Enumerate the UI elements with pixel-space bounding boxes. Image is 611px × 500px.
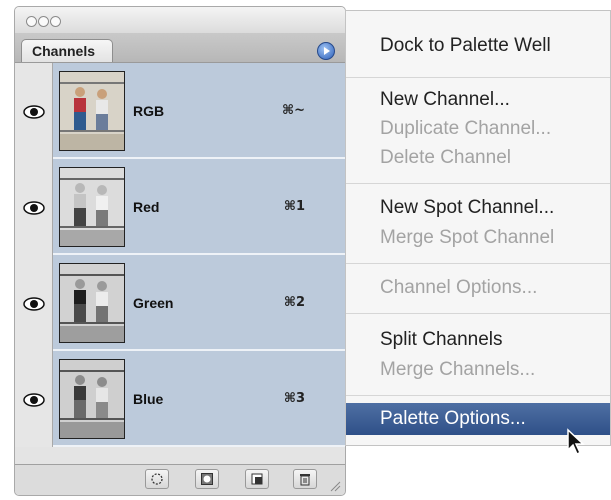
channel-name: Blue <box>133 391 164 407</box>
load-selection-icon <box>151 473 163 485</box>
channel-shortcut: ⌘2 <box>283 295 305 310</box>
menu-separator <box>346 77 610 78</box>
minimize-window-icon[interactable] <box>38 16 49 27</box>
channel-list: RGB ⌘~ Red ⌘1 Green ⌘2 Blue ⌘3 <box>15 63 345 447</box>
channel-row-red[interactable]: Red ⌘1 <box>15 159 345 255</box>
menu-item-dock-to-palette-well[interactable]: Dock to Palette Well <box>346 35 610 57</box>
menu-item-duplicate-channel[interactable]: Duplicate Channel... <box>346 118 610 140</box>
visibility-toggle[interactable] <box>15 351 53 447</box>
delete-channel-button[interactable] <box>293 469 317 489</box>
visibility-toggle[interactable] <box>15 255 53 351</box>
menu-separator <box>346 183 610 184</box>
palette-flyout-menu: Dock to Palette Well New Channel... Dupl… <box>345 10 611 446</box>
create-new-channel-button[interactable] <box>245 469 269 489</box>
channels-palette: Channels RGB ⌘~ Red ⌘1 Green ⌘2 Blue ⌘3 <box>14 6 346 496</box>
menu-item-new-channel[interactable]: New Channel... <box>346 89 610 111</box>
channel-name: Green <box>133 295 174 311</box>
visibility-toggle[interactable] <box>15 63 53 159</box>
eye-icon <box>23 297 45 311</box>
channel-row-blue[interactable]: Blue ⌘3 <box>15 351 345 447</box>
new-channel-icon <box>251 473 263 485</box>
channel-shortcut: ⌘3 <box>283 391 305 406</box>
channel-name: Red <box>133 199 160 215</box>
channel-thumbnail <box>59 167 125 247</box>
save-selection-as-channel-button[interactable] <box>195 469 219 489</box>
close-window-icon[interactable] <box>26 16 37 27</box>
channel-name: RGB <box>133 103 165 119</box>
channel-row-green[interactable]: Green ⌘2 <box>15 255 345 351</box>
palette-menu-button[interactable] <box>317 42 335 60</box>
load-channel-as-selection-button[interactable] <box>145 469 169 489</box>
save-selection-icon <box>201 473 213 485</box>
resize-grip-icon[interactable] <box>329 480 341 492</box>
menu-separator <box>346 263 610 264</box>
channel-shortcut: ⌘1 <box>283 199 305 214</box>
menu-item-delete-channel[interactable]: Delete Channel <box>346 147 610 169</box>
menu-arrow-icon <box>324 47 330 55</box>
channel-row-rgb[interactable]: RGB ⌘~ <box>15 63 345 159</box>
trash-icon <box>300 474 310 486</box>
channel-thumbnail <box>59 359 125 439</box>
menu-item-split-channels[interactable]: Split Channels <box>346 329 610 351</box>
channel-thumbnail <box>59 263 125 343</box>
menu-separator <box>346 313 610 314</box>
menu-item-merge-spot-channel[interactable]: Merge Spot Channel <box>346 227 610 249</box>
palette-titlebar[interactable] <box>15 7 345 33</box>
channel-thumbnail <box>59 71 125 151</box>
eye-icon <box>23 105 45 119</box>
eye-icon <box>23 201 45 215</box>
menu-separator <box>346 395 610 396</box>
menu-item-new-spot-channel[interactable]: New Spot Channel... <box>346 197 610 219</box>
eye-icon <box>23 393 45 407</box>
palette-tabstrip: Channels <box>15 33 345 63</box>
mouse-pointer-icon <box>567 428 585 456</box>
menu-item-merge-channels[interactable]: Merge Channels... <box>346 359 610 381</box>
visibility-toggle[interactable] <box>15 159 53 255</box>
palette-bottom-toolbar <box>15 464 345 495</box>
menu-item-channel-options[interactable]: Channel Options... <box>346 277 610 299</box>
channel-shortcut: ⌘~ <box>282 103 305 118</box>
zoom-window-icon[interactable] <box>50 16 61 27</box>
tab-channels[interactable]: Channels <box>21 39 113 62</box>
